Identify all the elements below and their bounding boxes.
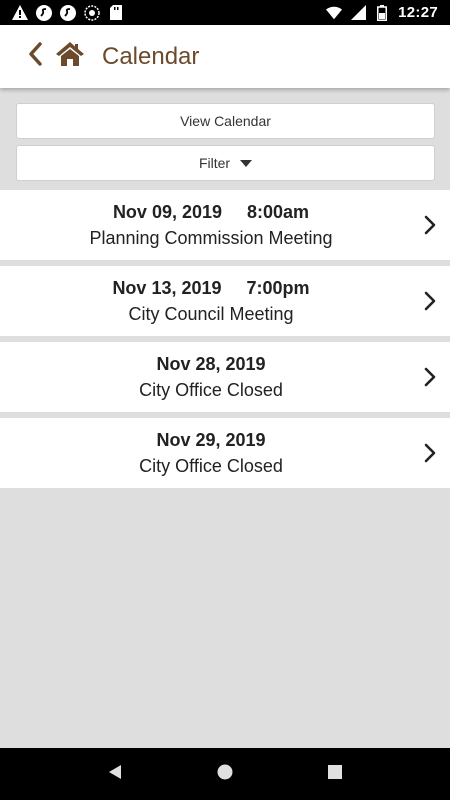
event-date-time: Nov 13, 2019 7:00pm: [112, 277, 310, 298]
status-bar: 12:27: [0, 0, 450, 25]
home-button[interactable]: [52, 37, 88, 77]
event-row[interactable]: Nov 28, 2019 City Office Closed: [0, 342, 450, 412]
battery-icon: [374, 4, 390, 21]
filter-button[interactable]: Filter: [16, 145, 435, 181]
page-title: Calendar: [102, 42, 200, 70]
system-nav-bar: [0, 748, 450, 800]
app-icon: [60, 4, 76, 21]
chevron-right-icon: [423, 443, 437, 463]
back-button[interactable]: [20, 37, 50, 77]
home-circle-icon: [217, 764, 233, 785]
sd-card-icon: [108, 5, 124, 21]
filter-label: Filter: [198, 155, 231, 171]
event-title: Planning Commission Meeting: [89, 227, 333, 248]
warning-icon: [12, 5, 28, 21]
chevron-right-icon: [423, 215, 437, 235]
event-row[interactable]: Nov 13, 2019 7:00pm City Council Meeting: [0, 266, 450, 336]
event-title: City Council Meeting: [128, 303, 294, 324]
home-icon: [55, 41, 85, 72]
event-date-time: Nov 28, 2019: [156, 353, 266, 374]
event-title: City Office Closed: [139, 455, 283, 476]
signal-icon: [350, 5, 366, 21]
event-date-time: Nov 29, 2019: [156, 429, 266, 450]
event-row[interactable]: Nov 29, 2019 City Office Closed: [0, 418, 450, 488]
wifi-icon: [326, 5, 343, 21]
event-list: Nov 09, 2019 8:00am Planning Commission …: [0, 190, 450, 488]
calendar-controls: View Calendar Filter: [0, 88, 450, 190]
app-bar: Calendar: [0, 25, 450, 88]
chevron-right-icon: [423, 291, 437, 311]
caret-down-icon: [240, 159, 253, 167]
event-row[interactable]: Nov 09, 2019 8:00am Planning Commission …: [0, 190, 450, 260]
sync-icon: [84, 4, 100, 21]
chevron-left-icon: [28, 42, 42, 71]
event-date-time: Nov 09, 2019 8:00am: [112, 201, 310, 222]
status-notifications: [12, 4, 124, 21]
view-calendar-label: View Calendar: [180, 113, 271, 129]
recents-square-icon: [328, 764, 342, 784]
back-triangle-icon: [108, 764, 122, 785]
nav-back-button[interactable]: [95, 754, 135, 794]
nav-home-button[interactable]: [205, 754, 245, 794]
app-icon: [36, 4, 52, 21]
chevron-right-icon: [423, 367, 437, 387]
view-calendar-button[interactable]: View Calendar: [16, 103, 435, 139]
nav-recents-button[interactable]: [315, 754, 355, 794]
event-title: City Office Closed: [139, 379, 283, 400]
status-system: 12:27: [326, 4, 438, 21]
status-time: 12:27: [398, 4, 438, 21]
